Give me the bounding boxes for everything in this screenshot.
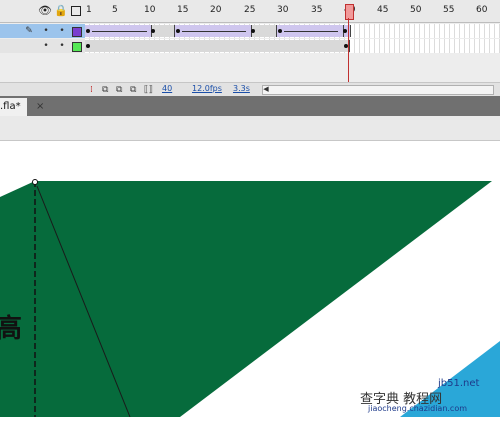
timeline-panel: 👁 🔒 1 5 10 15 20 25 30 35 40 45 50 55 60… [0,0,500,96]
timeline-ruler[interactable]: 👁 🔒 1 5 10 15 20 25 30 35 40 45 50 55 60 [0,0,500,23]
document-tab-label: .fla* [0,101,21,112]
ruler-label: 60 [476,5,488,15]
tween-arrow [182,31,246,32]
visibility-dot[interactable]: • [41,40,51,52]
keyframe[interactable] [176,29,180,33]
pencil-icon: ✎ [25,26,33,36]
layer-1-frames[interactable] [85,24,500,38]
edit-bar [0,116,500,141]
onion-outline-icon[interactable]: ⧉ [116,85,122,95]
outline-icon[interactable] [70,5,82,17]
playhead[interactable] [345,4,354,20]
ruler-label: 1 [86,5,92,15]
static-span[interactable] [85,40,350,52]
anchor-point[interactable] [32,179,38,185]
frame-rate[interactable]: 12.0fps [192,84,222,93]
eye-icon[interactable]: 👁 [38,5,52,17]
lock-dot[interactable]: • [57,40,67,52]
keyframe[interactable] [251,29,255,33]
ruler-label: 10 [144,5,156,15]
ruler-label: 45 [377,5,389,15]
watermark-url: jiaocheng.chazidian.com [368,404,468,413]
elapsed-time: 3.3s [233,84,250,93]
layer-color-swatch[interactable] [72,42,82,52]
visibility-dot[interactable]: • [41,25,51,37]
keyframe[interactable] [151,29,155,33]
ruler-label: 55 [443,5,455,15]
stage[interactable]: 高 [0,141,500,418]
tween-arrow [284,31,338,32]
current-frame[interactable]: 40 [162,84,172,93]
ruler-label: 20 [210,5,222,15]
onion-skin-icon[interactable]: ⧉ [102,85,108,95]
ruler-label: 50 [410,5,422,15]
timeline-scrollbar[interactable] [262,85,494,95]
document-tab-bar [0,96,500,116]
keyframe[interactable] [86,29,90,33]
green-shape-left[interactable] [0,181,35,417]
ruler-label: 15 [177,5,189,15]
layer-2-frames[interactable] [85,39,500,53]
keyframe[interactable] [278,29,282,33]
tween-arrow [92,31,147,32]
static-span[interactable] [152,25,175,37]
watermark-site: jb51.net [438,378,480,389]
layer-color-swatch[interactable] [72,27,82,37]
green-shape-main[interactable] [35,181,492,417]
scroll-left-icon[interactable]: ◀ [262,85,270,93]
ruler-label: 35 [311,5,323,15]
ruler-label: 30 [277,5,289,15]
lock-dot[interactable]: • [57,25,67,37]
keyframe[interactable] [343,29,347,33]
static-span[interactable] [252,25,277,37]
ruler-label: 5 [112,5,118,15]
keyframe[interactable] [86,44,90,48]
lock-icon[interactable]: 🔒 [54,5,68,17]
ruler-label: 25 [244,5,256,15]
stage-canvas[interactable]: 高 [0,141,500,418]
center-frame-icon[interactable]: ⁞ [90,85,93,95]
edit-multiple-icon[interactable]: ⧉ [130,85,136,95]
timeline-footer: ⁞ ⧉ ⧉ ⧉ ⟦⟧ 40 12.0fps 3.3s ◀ [0,82,500,96]
close-icon[interactable]: × [36,98,46,116]
onion-markers-icon[interactable]: ⟦⟧ [144,85,153,95]
side-character: 高 [0,313,22,344]
document-tab[interactable]: .fla* [0,98,27,116]
